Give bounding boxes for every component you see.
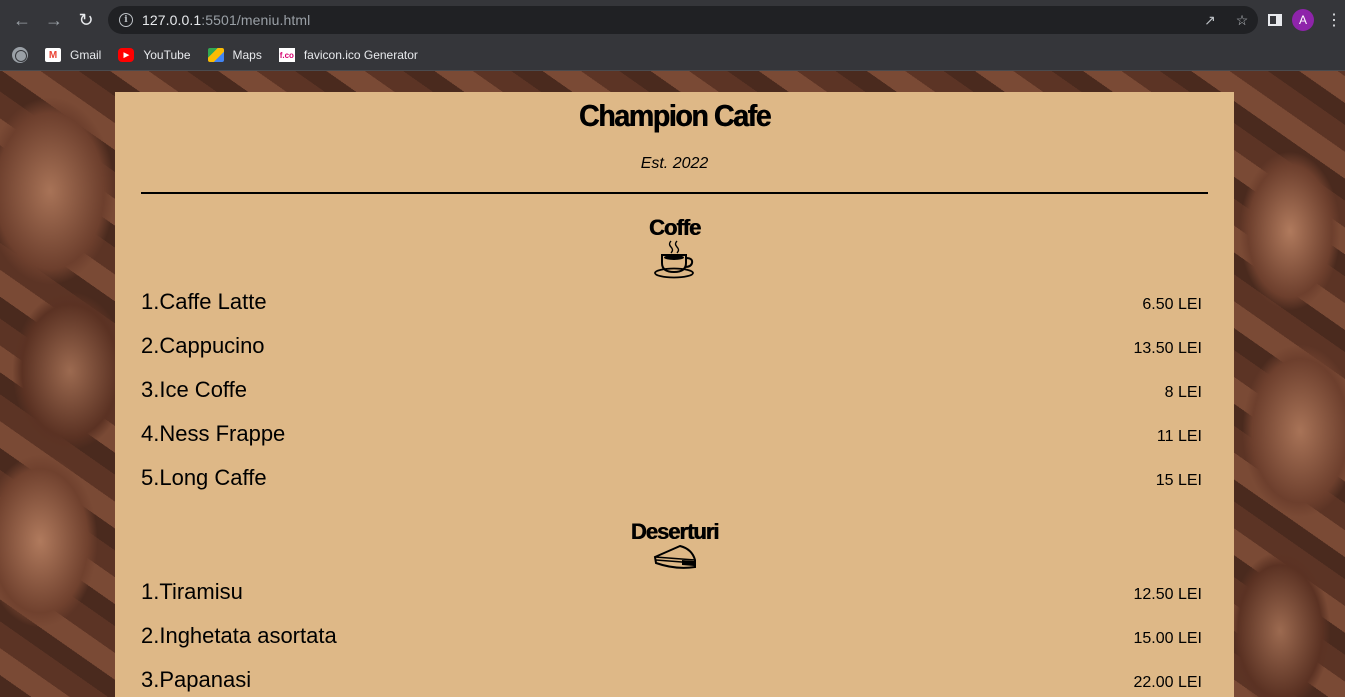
- desserts-item-list: 1.Tiramisu 12.50 LEI 2.Inghetata asortat…: [141, 579, 1208, 697]
- title-divider: [141, 192, 1208, 194]
- coffee-item-list: 1.Caffe Latte 6.50 LEI 2.Cappucino 13.50…: [141, 289, 1208, 509]
- list-item: 1.Caffe Latte 6.50 LEI: [141, 289, 1208, 333]
- item-price: 15.00 LEI: [1133, 630, 1203, 647]
- apps-globe-icon[interactable]: [12, 47, 28, 63]
- list-item: 2.Inghetata asortata 15.00 LEI: [141, 623, 1208, 667]
- forward-arrow-icon[interactable]: →: [38, 4, 70, 36]
- bookmark-label: YouTube: [143, 48, 191, 62]
- favicon-generator-icon: f.co: [278, 48, 295, 62]
- item-price: 11 LEI: [1156, 428, 1202, 445]
- item-name: 5.Long Caffe: [141, 465, 267, 490]
- bookmark-label: favicon.ico Generator: [303, 48, 418, 62]
- url-text[interactable]: 127.0.0.1:5501/meniu.html: [142, 12, 310, 28]
- side-panel-icon[interactable]: [1268, 14, 1282, 26]
- menu-panel: Champion Cafe Est. 2022 Coffe 1.Caffe La…: [115, 92, 1234, 697]
- maps-icon: [207, 48, 224, 62]
- url-path: :5501/meniu.html: [201, 12, 311, 28]
- item-price: 12.50 LEI: [1133, 586, 1203, 603]
- list-item: 4.Ness Frappe 11 LEI: [141, 421, 1208, 465]
- item-name: 3.Ice Coffe: [141, 377, 247, 402]
- list-item: 2.Cappucino 13.50 LEI: [141, 333, 1208, 377]
- site-info-icon[interactable]: i: [119, 13, 133, 27]
- page-viewport: Champion Cafe Est. 2022 Coffe 1.Caffe La…: [0, 71, 1345, 697]
- bookmarks-bar: M Gmail ▶ YouTube Maps f.co favicon.ico …: [0, 40, 1345, 71]
- item-name: 2.Inghetata asortata: [141, 623, 337, 648]
- list-item: 3.Papanasi 22.00 LEI: [141, 667, 1208, 697]
- share-icon[interactable]: ↗: [1200, 12, 1220, 29]
- coffee-section: Coffe 1.Caffe Latte 6.50 LEI 2.Cappucino…: [141, 217, 1208, 509]
- item-price: 8 LEI: [1164, 384, 1202, 401]
- list-item: 1.Tiramisu 12.50 LEI: [141, 579, 1208, 623]
- item-name: 4.Ness Frappe: [141, 421, 286, 446]
- bookmark-favicon-generator[interactable]: f.co favicon.ico Generator: [278, 48, 418, 62]
- list-item: 5.Long Caffe 15 LEI: [141, 465, 1208, 509]
- bookmark-label: Gmail: [70, 48, 102, 62]
- list-item: 3.Ice Coffe 8 LEI: [141, 377, 1208, 421]
- back-arrow-icon[interactable]: ←: [6, 4, 38, 36]
- youtube-icon: ▶: [118, 48, 135, 62]
- established-text: Est. 2022: [640, 155, 709, 172]
- section-title-deserturi: Deserturi: [630, 519, 720, 544]
- pie-slice-icon: [653, 544, 696, 569]
- bookmark-maps[interactable]: Maps: [207, 48, 262, 62]
- item-name: 2.Cappucino: [141, 333, 265, 358]
- gmail-icon: M: [45, 48, 61, 62]
- bookmark-gmail[interactable]: M Gmail: [45, 48, 101, 62]
- item-name: 3.Papanasi: [141, 667, 252, 692]
- browser-toolbar: ← → ↻ i 127.0.0.1:5501/meniu.html ↗ ☆ A …: [0, 0, 1345, 40]
- item-price: 6.50 LEI: [1142, 296, 1202, 313]
- coffee-cup-icon: [653, 240, 694, 279]
- reload-icon[interactable]: ↻: [70, 4, 102, 36]
- url-host: 127.0.0.1: [142, 12, 202, 28]
- page-title: Champion Cafe: [578, 98, 772, 133]
- desserts-section: Deserturi 1.Tiramisu 12.50 LEI 2.Ingheta…: [141, 521, 1208, 697]
- item-name: 1.Tiramisu: [141, 579, 243, 604]
- more-menu-icon[interactable]: ⋮: [1326, 10, 1342, 30]
- address-bar[interactable]: i 127.0.0.1:5501/meniu.html ↗ ☆: [108, 6, 1258, 34]
- bookmark-label: Maps: [232, 48, 262, 62]
- bookmark-star-icon[interactable]: ☆: [1232, 12, 1252, 29]
- item-name: 1.Caffe Latte: [141, 289, 267, 314]
- item-price: 22.00 LEI: [1133, 674, 1203, 691]
- bookmark-youtube[interactable]: ▶ YouTube: [118, 48, 191, 62]
- section-title-coffe: Coffe: [648, 215, 701, 240]
- item-price: 13.50 LEI: [1133, 340, 1203, 357]
- profile-avatar[interactable]: A: [1292, 9, 1314, 31]
- item-price: 15 LEI: [1155, 472, 1202, 489]
